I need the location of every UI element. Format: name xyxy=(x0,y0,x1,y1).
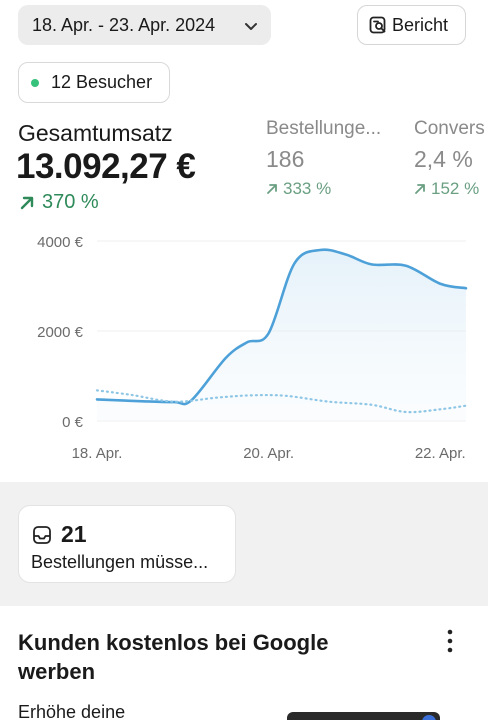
arrow-up-right-icon xyxy=(267,184,277,194)
conversion-metric-change-value: 152 % xyxy=(431,179,480,198)
orders-metric-label: Bestellunge... xyxy=(266,118,382,139)
visitors-badge[interactable]: 12 Besucher xyxy=(18,62,170,103)
arrow-up-right-icon xyxy=(20,196,34,209)
x-tick-label: 22. Apr. xyxy=(415,445,466,462)
orders-metric[interactable]: Bestellunge... 186 333 % xyxy=(266,118,396,199)
inbox-icon xyxy=(33,526,51,544)
total-sales-label[interactable]: Gesamtumsatz xyxy=(18,120,173,147)
report-button[interactable]: Bericht xyxy=(357,5,466,45)
orders-metric-change: 333 % xyxy=(266,179,396,199)
conversion-metric-change: 152 % xyxy=(414,179,488,199)
floating-action-bar[interactable] xyxy=(287,712,440,720)
y-tick-label: 2000 € xyxy=(37,324,84,341)
x-tick-label: 20. Apr. xyxy=(243,445,294,462)
total-sales-value: 13.092,27 € xyxy=(16,147,196,186)
y-tick-label: 4000 € xyxy=(37,234,84,251)
live-dot-icon xyxy=(31,78,39,87)
pending-orders-count: 21 xyxy=(61,521,87,547)
more-options-icon[interactable] xyxy=(440,628,460,656)
y-tick-label: 0 € xyxy=(62,414,84,431)
report-label: Bericht xyxy=(392,14,449,35)
orders-metric-value: 186 xyxy=(266,146,305,172)
orders-metric-change-value: 333 % xyxy=(283,179,332,198)
promo-text: Erhöhe deine xyxy=(18,702,126,720)
chevron-down-icon xyxy=(245,23,257,30)
date-range-label: 18. Apr. - 23. Apr. 2024 xyxy=(32,14,216,35)
promo-title: Kunden kostenlos bei Google werben xyxy=(18,630,329,684)
total-sales-change-value: 370 % xyxy=(42,191,99,213)
conversion-metric-value: 2,4 % xyxy=(414,146,473,172)
date-range-picker[interactable]: 18. Apr. - 23. Apr. 2024 xyxy=(18,5,271,45)
sales-line-chart[interactable]: 4000 € 2000 € 0 € 18. Apr. 20. Apr. 22. Apr. xyxy=(0,228,488,468)
conversion-metric-label: Convers xyxy=(414,118,485,139)
pending-orders-card[interactable]: 21 Bestellungen müsse... xyxy=(18,505,236,583)
report-search-icon xyxy=(369,16,386,34)
x-tick-label: 18. Apr. xyxy=(72,445,123,462)
total-sales-change: 370 % xyxy=(18,191,99,214)
arrow-up-right-icon xyxy=(415,184,425,194)
analytics-page: 18. Apr. - 23. Apr. 2024 Bericht 12 Besu… xyxy=(0,0,488,720)
conversion-metric[interactable]: Convers 2,4 % 152 % xyxy=(414,118,488,199)
visitors-label: 12 Besucher xyxy=(51,72,153,92)
pending-orders-text: Bestellungen müsse... xyxy=(31,552,209,572)
